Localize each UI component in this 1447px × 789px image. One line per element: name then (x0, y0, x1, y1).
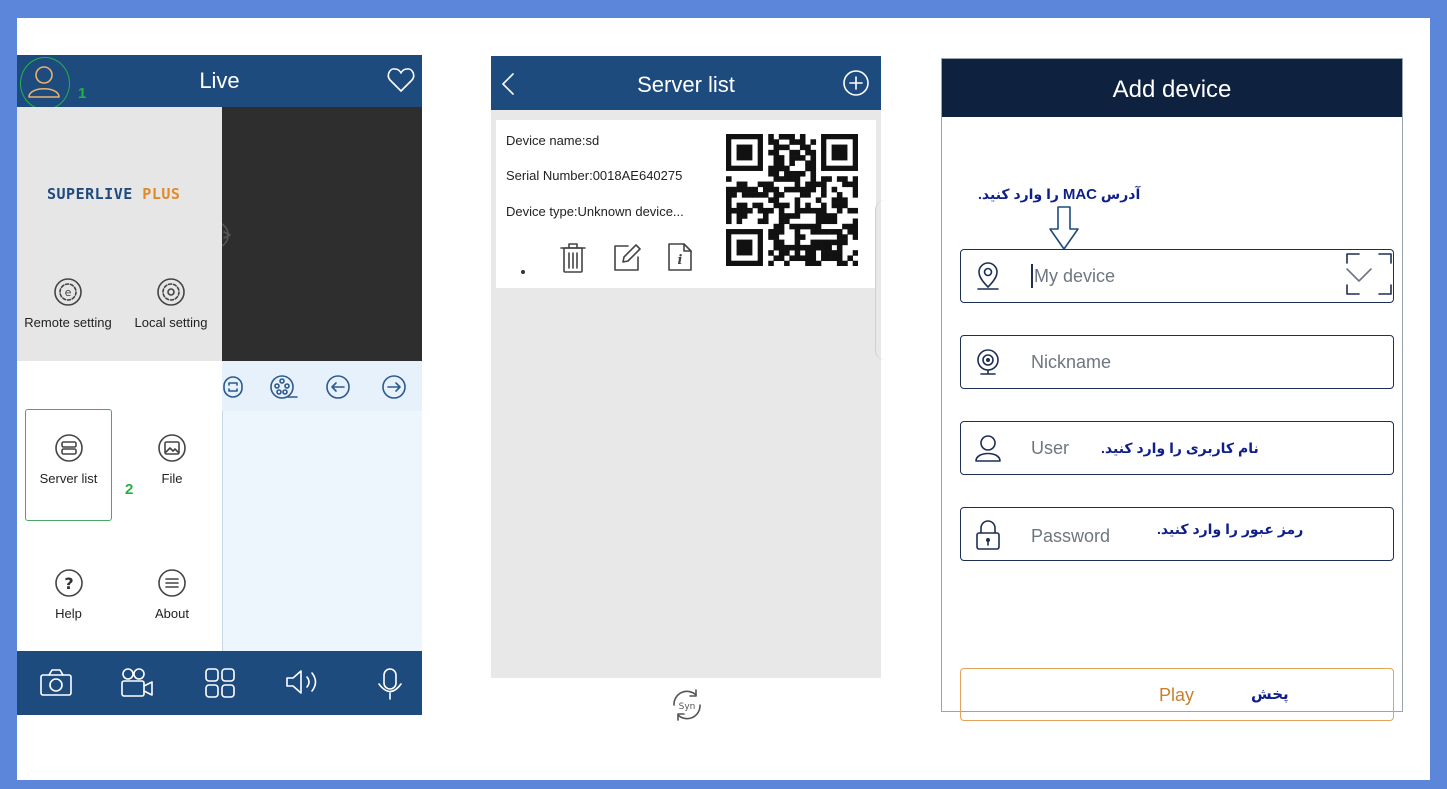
remote-setting-icon: e (53, 277, 83, 307)
menu-label: Remote setting (24, 315, 112, 330)
server-list-icon (54, 433, 84, 463)
scan-qr-icon[interactable] (1345, 251, 1393, 297)
webcam-icon (973, 347, 1003, 377)
arrow-left-icon[interactable] (326, 375, 350, 399)
svg-text:i: i (678, 253, 683, 268)
grid-icon[interactable] (204, 667, 236, 699)
video-preview[interactable] (222, 107, 422, 361)
location-pin-icon (973, 261, 1003, 291)
local-setting-icon (156, 277, 186, 307)
device-type: Device type:Unknown device... (506, 204, 684, 219)
annotation-step-1: 1 (78, 85, 87, 102)
microphone-icon[interactable] (377, 667, 403, 701)
page-title: Server list (637, 72, 735, 97)
heart-icon[interactable] (387, 67, 415, 93)
server-list-header: Server list (491, 56, 881, 110)
nickname-input[interactable]: Nickname (1031, 352, 1111, 373)
about-icon (157, 568, 187, 598)
menu-label: Help (55, 606, 82, 621)
menu-file[interactable]: File (127, 433, 217, 486)
live-screen: Live 1 SUPERLIVE PLUS e Remote setting L… (17, 55, 422, 715)
device-name: Device name:sd (506, 133, 600, 148)
live-footer-toolbar (17, 651, 422, 715)
live-empty-area (222, 411, 422, 651)
svg-text:e: e (65, 286, 72, 299)
menu-about[interactable]: About (127, 568, 217, 621)
menu-label: Server list (39, 471, 98, 486)
device-field[interactable]: My device (960, 249, 1394, 303)
edit-icon[interactable] (612, 242, 642, 272)
menu-remote-setting[interactable]: e Remote setting (17, 277, 119, 330)
text-caret (1031, 264, 1033, 288)
camera-icon[interactable] (39, 667, 73, 697)
page-title: Add device (1112, 76, 1232, 103)
user-icon (973, 433, 1003, 463)
video-control-bar (222, 361, 422, 411)
sync-button[interactable]: Syn (668, 686, 706, 724)
nickname-field[interactable]: Nickname (960, 335, 1394, 389)
fullscreen-icon[interactable] (222, 375, 244, 399)
password-input[interactable]: Password (1031, 526, 1110, 547)
user-icon[interactable] (25, 64, 63, 100)
device-input[interactable]: My device (1034, 266, 1115, 287)
screenshot-canvas: Live 1 SUPERLIVE PLUS e Remote setting L… (17, 18, 1430, 780)
user-input[interactable]: User (1031, 438, 1069, 459)
lock-icon (973, 519, 1003, 551)
play-button[interactable]: Play پخش (960, 668, 1394, 721)
menu-help[interactable]: ? Help (25, 568, 112, 621)
add-device-screen: Add device آدرس MAC را وارد کنید. My dev… (941, 58, 1403, 721)
arrow-down-icon (1047, 205, 1081, 251)
device-card[interactable]: Device name:sd Serial Number:0018AE64027… (496, 120, 876, 288)
film-reel-icon[interactable] (268, 375, 298, 401)
qr-code (726, 134, 858, 266)
user-field[interactable]: User نام کاربری را وارد کنید. (960, 421, 1394, 475)
annotation-play-hint: پخش (1251, 686, 1289, 703)
svg-text:?: ? (64, 574, 73, 593)
menu-server-list[interactable]: Server list (25, 433, 112, 486)
menu-local-setting[interactable]: Local setting (121, 277, 221, 330)
menu-label: About (155, 606, 189, 621)
trash-icon[interactable] (559, 242, 587, 274)
menu-label: Local setting (134, 315, 208, 330)
speaker-icon[interactable] (283, 667, 321, 697)
scroll-edge (875, 200, 885, 360)
sync-label: Syn (679, 702, 696, 712)
annotation-user-hint: نام کاربری را وارد کنید. (1101, 440, 1259, 456)
help-icon: ? (54, 568, 84, 598)
file-image-icon (157, 433, 187, 463)
menu-label: File (161, 471, 183, 486)
annotation-mac-hint: آدرس MAC را وارد کنید. (978, 186, 1141, 203)
device-serial: Serial Number:0018AE640275 (506, 168, 683, 183)
video-record-icon[interactable] (119, 667, 155, 699)
info-icon[interactable]: i (667, 242, 693, 272)
add-device-header: Add device (942, 59, 1402, 117)
status-dot (521, 270, 525, 274)
plus-circle-icon[interactable] (842, 69, 870, 97)
play-label: Play (1159, 685, 1195, 705)
annotation-password-hint: رمز عبور را وارد کنید. (1157, 521, 1304, 537)
server-list-screen: Server list Device name:sd Serial Number… (491, 56, 881, 678)
play-overlay-icon (222, 220, 242, 250)
password-field[interactable]: Password رمز عبور را وارد کنید. (960, 507, 1394, 561)
arrow-right-icon[interactable] (382, 375, 406, 399)
app-logo: SUPERLIVE PLUS (47, 185, 181, 203)
